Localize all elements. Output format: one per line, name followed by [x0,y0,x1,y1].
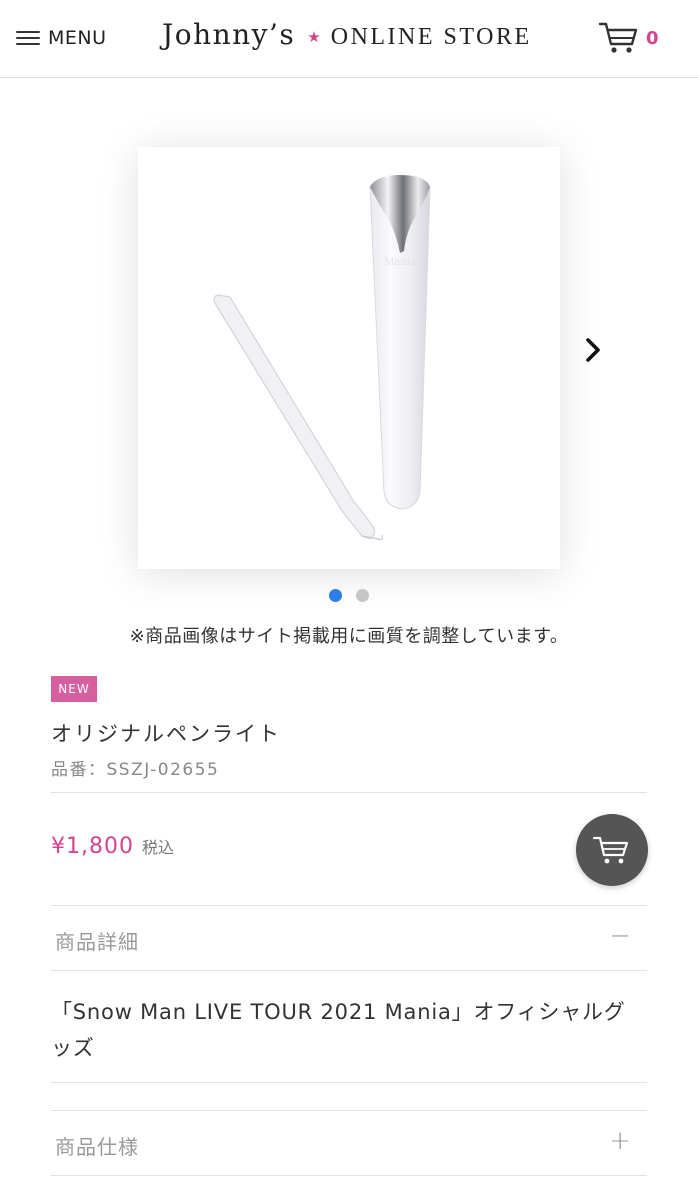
divider [51,1175,647,1176]
logo-main-text: Johnny’s [162,18,296,51]
hamburger-icon [16,29,40,47]
price-block: ¥1,800 税込 [51,834,174,859]
store-logo[interactable]: Johnny’s ★ ONLINE STORE [162,18,532,58]
menu-button[interactable]: MENU [16,24,107,52]
cart-count: 0 [646,27,659,49]
product-title: オリジナルペンライト [51,722,281,746]
details-accordion-header[interactable]: 商品詳細 − [51,906,647,970]
add-to-cart-button[interactable] [576,814,648,886]
divider [51,970,647,971]
site-header: MENU Johnny’s ★ ONLINE STORE 0 [0,0,698,78]
carousel-dot-1[interactable] [329,589,342,602]
specs-title: 商品仕様 [55,1135,139,1159]
tax-label: 税込 [141,838,174,857]
price-value: ¥1,800 [51,834,134,859]
expand-icon: + [609,1126,631,1156]
svg-text:Mania: Mania [384,257,416,268]
specs-accordion-header[interactable]: 商品仕様 + [51,1111,647,1175]
star-icon: ★ [307,28,321,46]
carousel-pagination [0,589,698,602]
cart-icon [598,22,638,53]
new-badge: NEW [51,676,97,702]
divider [51,1082,647,1083]
product-image[interactable]: Mania [138,147,560,569]
next-image-arrow-icon[interactable] [580,334,606,366]
logo-sub-text: ONLINE STORE [330,24,532,50]
image-notice: ※商品画像はサイト掲載用に画質を調整しています。 [129,626,569,647]
collapse-icon: − [609,921,631,951]
cart-button[interactable]: 0 [598,18,659,58]
details-title: 商品詳細 [55,930,139,954]
penlight-illustration: Mania [213,175,431,541]
menu-label: MENU [48,27,107,49]
product-code: 品番：SSZJ-02655 [51,760,220,780]
divider [51,792,647,793]
carousel-dot-2[interactable] [356,589,369,602]
cart-icon [592,836,629,864]
product-description: 「Snow Man LIVE TOUR 2021 Mania」オフィシャルグッズ [51,1000,626,1060]
